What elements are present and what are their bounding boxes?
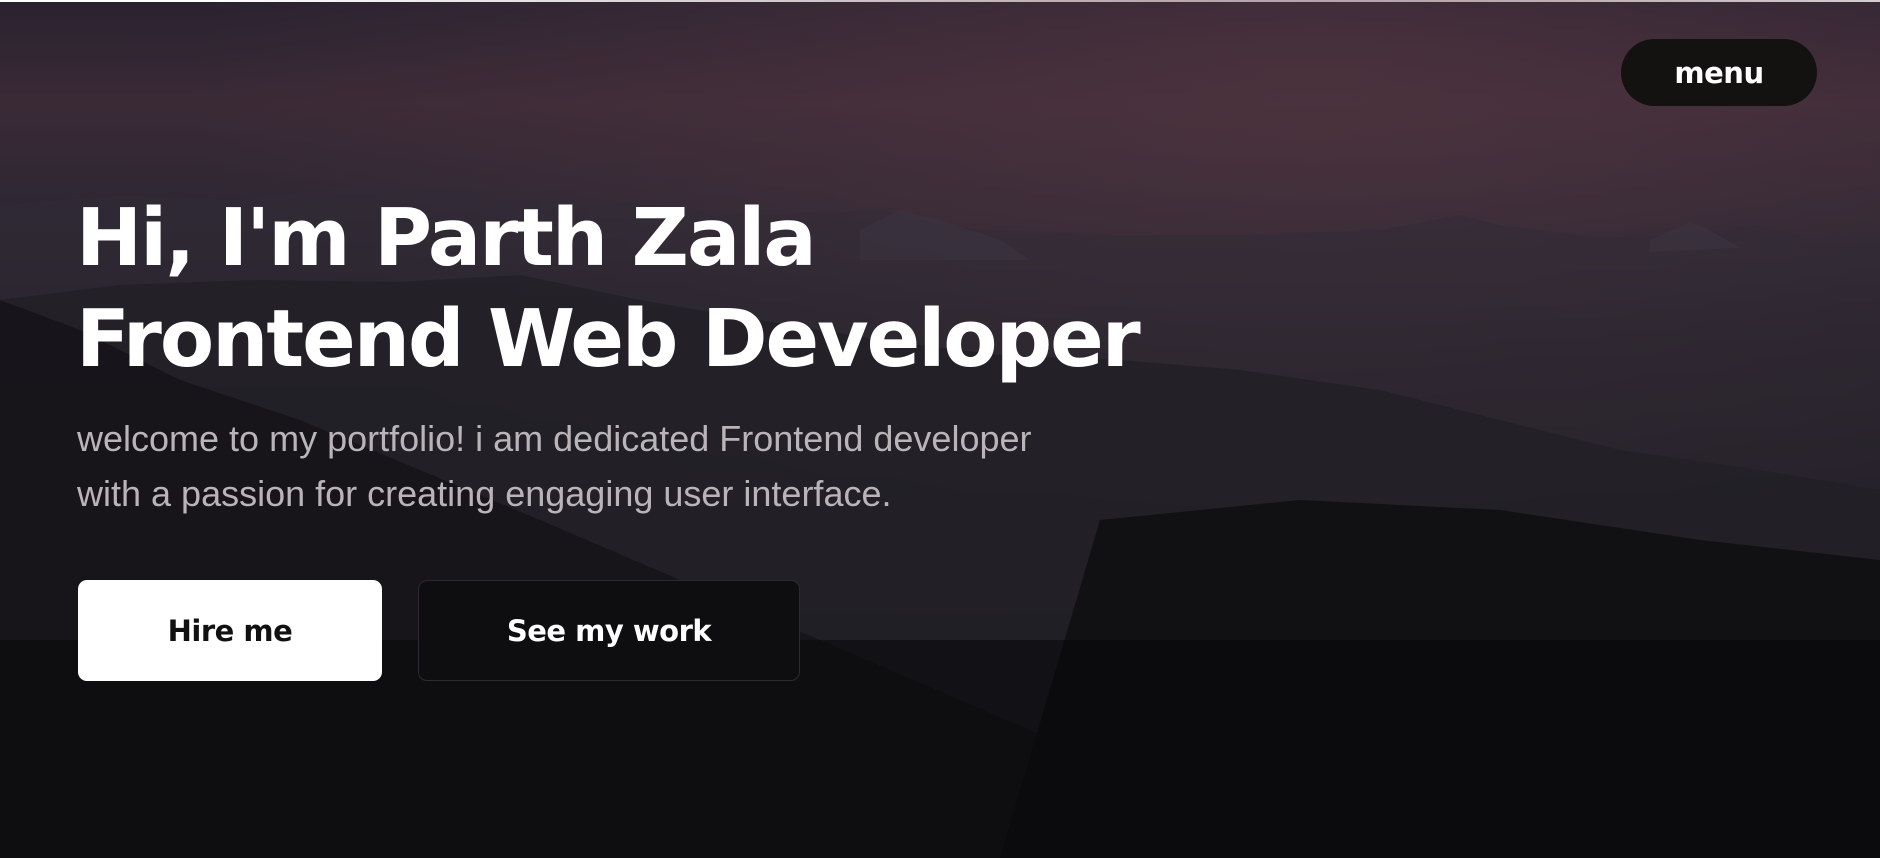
menu-button[interactable]: menu — [1621, 39, 1817, 106]
intro-line-2: with a passion for creating engaging use… — [77, 473, 892, 514]
headline-name: Hi, I'm Parth Zala — [76, 192, 817, 284]
hire-me-button[interactable]: Hire me — [78, 580, 382, 681]
intro-line-1: welcome to my portfolio! i am dedicated … — [77, 418, 1032, 459]
headline-role: Frontend Web Developer — [76, 293, 1141, 385]
intro-text: welcome to my portfolio! i am dedicated … — [77, 411, 1177, 521]
hero-headline: Hi, I'm Parth Zala Frontend Web Develope… — [76, 188, 1141, 390]
hero-section: menu Hi, I'm Parth Zala Frontend Web Dev… — [0, 0, 1880, 858]
see-my-work-button[interactable]: See my work — [418, 580, 800, 681]
